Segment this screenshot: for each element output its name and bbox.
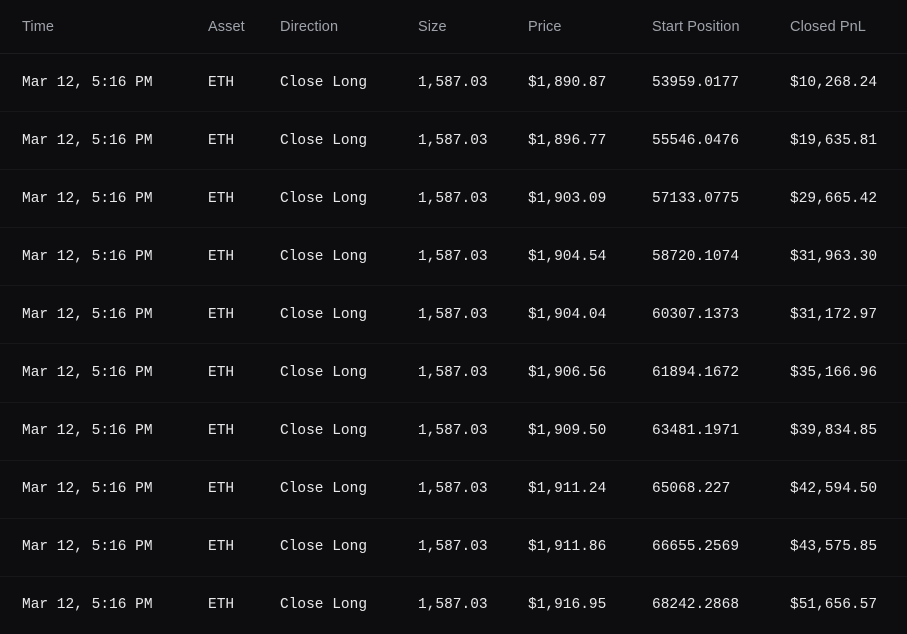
- cell-time: Mar 12, 5:16 PM: [22, 248, 153, 265]
- cell-size: 1,587.03: [418, 74, 488, 91]
- column-header-time[interactable]: Time: [22, 19, 208, 35]
- column-header-price[interactable]: Price: [528, 19, 652, 35]
- cell-asset: ETH: [208, 74, 235, 91]
- cell-closed-pnl: $42,594.50: [790, 481, 878, 498]
- cell-closed-pnl: $39,834.85: [790, 423, 878, 440]
- cell-time: Mar 12, 5:16 PM: [22, 423, 153, 440]
- cell-start-position: 53959.0177: [652, 74, 740, 91]
- cell-price: $1,896.77: [528, 132, 607, 149]
- cell-time: Mar 12, 5:16 PM: [22, 539, 153, 556]
- cell-closed-pnl: $10,268.24: [790, 74, 878, 91]
- cell-time: Mar 12, 5:16 PM: [22, 74, 153, 91]
- cell-price: $1,904.04: [528, 306, 607, 323]
- cell-size: 1,587.03: [418, 597, 488, 614]
- table-row[interactable]: Mar 12, 5:16 PM ETH Close Long 1,587.03 $1,9…: [0, 403, 907, 461]
- cell-price: $1,911.24: [528, 481, 607, 498]
- cell-price: $1,890.87: [528, 74, 607, 91]
- cell-asset: ETH: [208, 539, 235, 556]
- cell-time: Mar 12, 5:16 PM: [22, 306, 153, 323]
- cell-time: Mar 12, 5:16 PM: [22, 365, 153, 382]
- table-header-row: Time Asset Direction Size Price Start Po…: [0, 0, 907, 54]
- table-row[interactable]: Mar 12, 5:16 PM ETH Close Long 1,587.03 $1,9…: [0, 577, 907, 634]
- cell-direction: Close Long: [280, 306, 368, 323]
- cell-start-position: 55546.0476: [652, 132, 740, 149]
- table-row[interactable]: Mar 12, 5:16 PM ETH Close Long 1,587.03 $1,9…: [0, 461, 907, 519]
- cell-time: Mar 12, 5:16 PM: [22, 597, 153, 614]
- cell-size: 1,587.03: [418, 423, 488, 440]
- cell-size: 1,587.03: [418, 248, 488, 265]
- cell-closed-pnl: $31,172.97: [790, 306, 878, 323]
- cell-asset: ETH: [208, 132, 235, 149]
- table-row[interactable]: Mar 12, 5:16 PM ETH Close Long 1,587.03 $1,9…: [0, 286, 907, 345]
- cell-closed-pnl: $31,963.30: [790, 248, 878, 265]
- cell-asset: ETH: [208, 423, 235, 440]
- table-body: Mar 12, 5:16 PM ETH Close Long 1,587.03 $1,8…: [0, 54, 907, 634]
- cell-direction: Close Long: [280, 248, 368, 265]
- cell-asset: ETH: [208, 597, 235, 614]
- cell-start-position: 63481.1971: [652, 423, 740, 440]
- cell-time: Mar 12, 5:16 PM: [22, 481, 153, 498]
- cell-asset: ETH: [208, 190, 235, 207]
- cell-closed-pnl: $51,656.57: [790, 597, 878, 614]
- cell-start-position: 58720.1074: [652, 248, 740, 265]
- cell-size: 1,587.03: [418, 539, 488, 556]
- cell-closed-pnl: $43,575.85: [790, 539, 878, 556]
- column-header-closed-pnl[interactable]: Closed PnL: [790, 19, 907, 35]
- cell-asset: ETH: [208, 365, 235, 382]
- cell-size: 1,587.03: [418, 132, 488, 149]
- cell-start-position: 65068.227: [652, 481, 731, 498]
- cell-start-position: 57133.0775: [652, 190, 740, 207]
- column-header-size[interactable]: Size: [418, 19, 528, 35]
- cell-start-position: 61894.1672: [652, 365, 740, 382]
- cell-size: 1,587.03: [418, 481, 488, 498]
- cell-asset: ETH: [208, 306, 235, 323]
- cell-direction: Close Long: [280, 423, 368, 440]
- cell-closed-pnl: $35,166.96: [790, 365, 878, 382]
- cell-direction: Close Long: [280, 74, 368, 91]
- cell-direction: Close Long: [280, 539, 368, 556]
- column-header-asset[interactable]: Asset: [208, 19, 280, 35]
- column-header-direction[interactable]: Direction: [280, 19, 418, 35]
- cell-size: 1,587.03: [418, 306, 488, 323]
- cell-start-position: 68242.2868: [652, 597, 740, 614]
- cell-direction: Close Long: [280, 597, 368, 614]
- table-row[interactable]: Mar 12, 5:16 PM ETH Close Long 1,587.03 $1,8…: [0, 112, 907, 171]
- cell-price: $1,916.95: [528, 597, 607, 614]
- cell-time: Mar 12, 5:16 PM: [22, 190, 153, 207]
- trade-history-table: Time Asset Direction Size Price Start Po…: [0, 0, 907, 634]
- table-row[interactable]: Mar 12, 5:16 PM ETH Close Long 1,587.03 $1,9…: [0, 344, 907, 403]
- cell-price: $1,903.09: [528, 190, 607, 207]
- table-row[interactable]: Mar 12, 5:16 PM ETH Close Long 1,587.03 $1,9…: [0, 519, 907, 577]
- cell-asset: ETH: [208, 248, 235, 265]
- cell-direction: Close Long: [280, 190, 368, 207]
- cell-closed-pnl: $19,635.81: [790, 132, 878, 149]
- cell-direction: Close Long: [280, 365, 368, 382]
- cell-price: $1,904.54: [528, 248, 607, 265]
- cell-closed-pnl: $29,665.42: [790, 190, 878, 207]
- cell-direction: Close Long: [280, 132, 368, 149]
- cell-price: $1,911.86: [528, 539, 607, 556]
- cell-price: $1,906.56: [528, 365, 607, 382]
- cell-asset: ETH: [208, 481, 235, 498]
- table-row[interactable]: Mar 12, 5:16 PM ETH Close Long 1,587.03 $1,9…: [0, 170, 907, 229]
- cell-direction: Close Long: [280, 481, 368, 498]
- cell-start-position: 60307.1373: [652, 306, 740, 323]
- table-row[interactable]: Mar 12, 5:16 PM ETH Close Long 1,587.03 $1,9…: [0, 228, 907, 287]
- cell-size: 1,587.03: [418, 190, 488, 207]
- cell-time: Mar 12, 5:16 PM: [22, 132, 153, 149]
- cell-size: 1,587.03: [418, 365, 488, 382]
- column-header-start-position[interactable]: Start Position: [652, 19, 790, 35]
- table-row[interactable]: Mar 12, 5:16 PM ETH Close Long 1,587.03 $1,8…: [0, 54, 907, 113]
- cell-price: $1,909.50: [528, 423, 607, 440]
- cell-start-position: 66655.2569: [652, 539, 740, 556]
